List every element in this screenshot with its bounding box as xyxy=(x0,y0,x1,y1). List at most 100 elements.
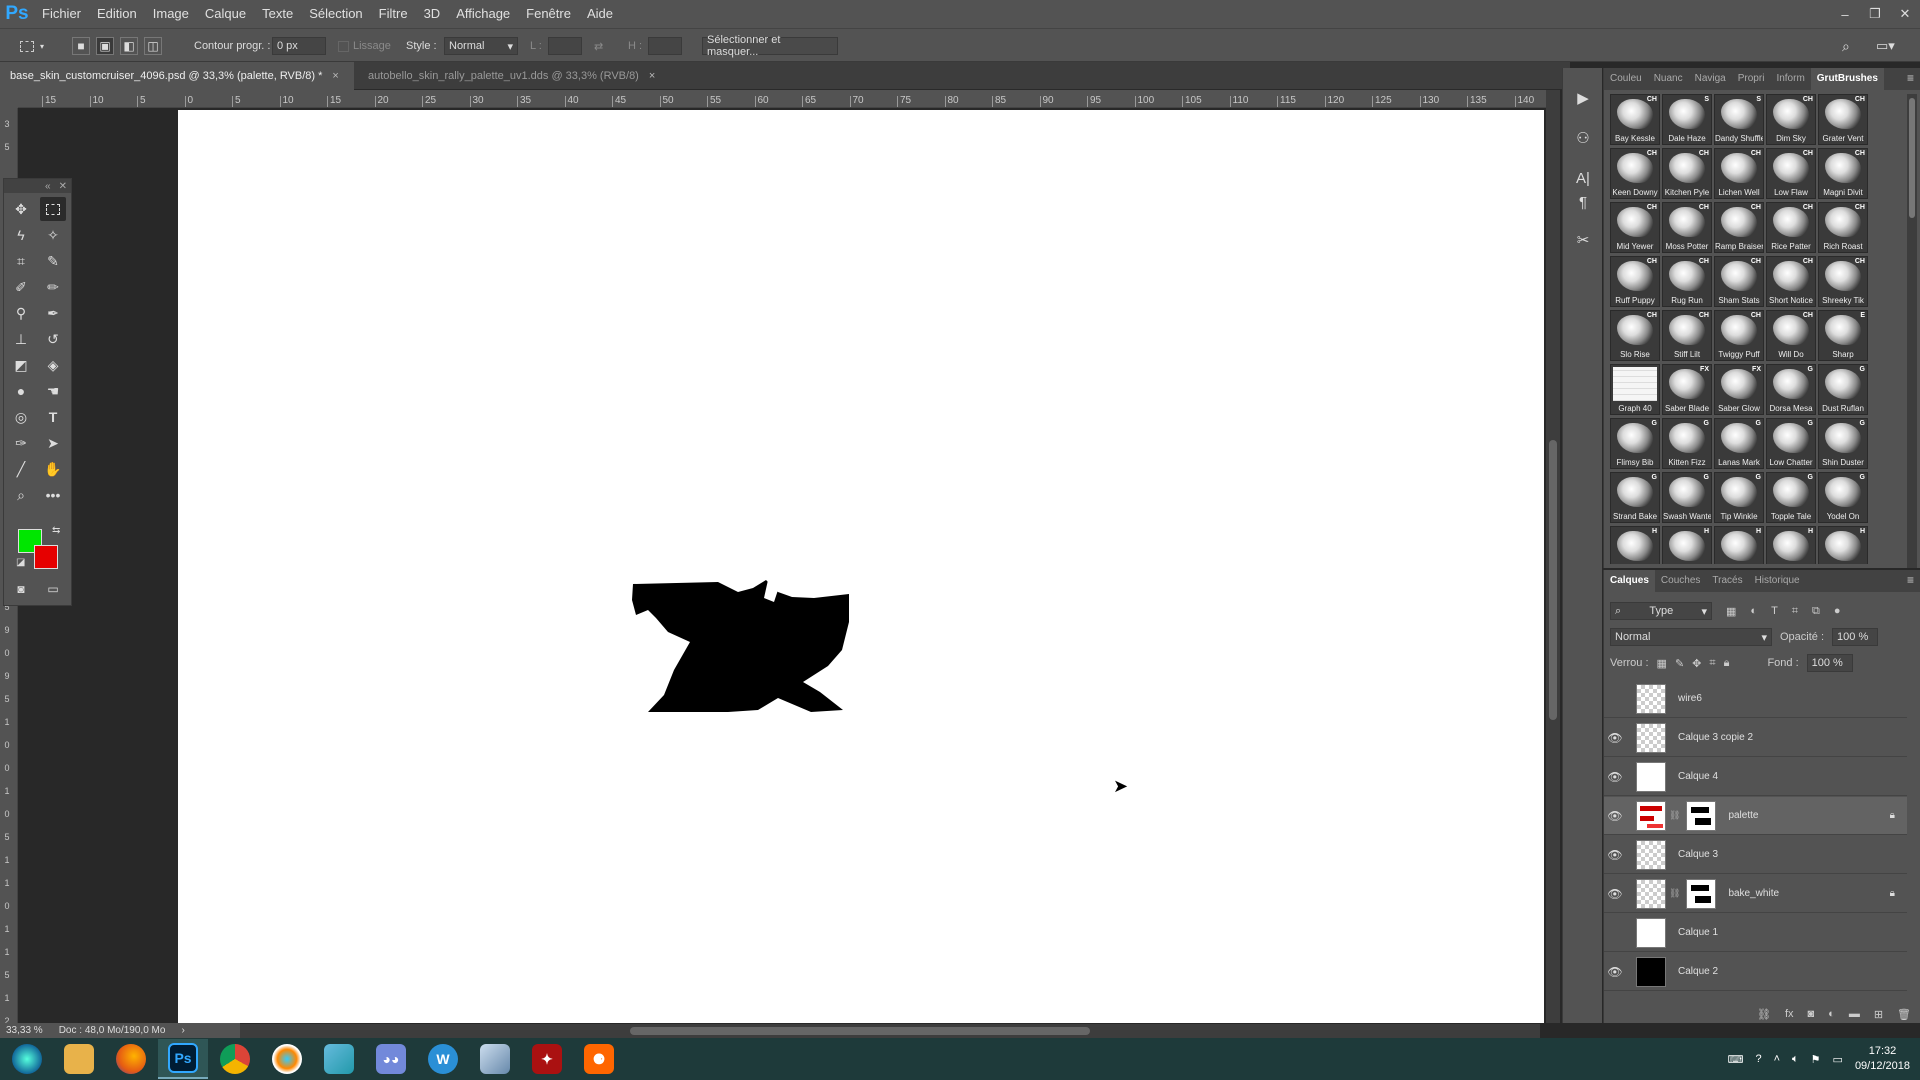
style-select[interactable]: Normal ▾ xyxy=(444,37,518,55)
layer-thumbnail[interactable] xyxy=(1636,683,1666,714)
add-selection-icon[interactable]: ▣ xyxy=(96,37,114,55)
layer-name[interactable]: Calque 4 xyxy=(1678,771,1718,782)
taskbar-app-w-button[interactable]: W xyxy=(418,1039,468,1079)
brush-preset[interactable]: CH Moss Potter xyxy=(1662,202,1712,253)
layer-row[interactable]: wire6 xyxy=(1604,680,1907,718)
layer-name[interactable]: Calque 3 xyxy=(1678,849,1718,860)
brush-preset[interactable]: G Tip Winkle xyxy=(1714,472,1764,523)
menu-3d[interactable]: 3D xyxy=(416,0,449,28)
menu-calque[interactable]: Calque xyxy=(197,0,254,28)
brush-preset[interactable]: H xyxy=(1610,526,1660,564)
layer-name[interactable]: Calque 1 xyxy=(1678,927,1718,938)
search-icon[interactable]: ⌕ xyxy=(1842,29,1850,63)
brush-preset[interactable]: CH Will Do xyxy=(1766,310,1816,361)
brush-preset[interactable]: Graph 40 xyxy=(1610,364,1660,415)
link-layers-icon[interactable]: ⛓ xyxy=(1757,1008,1771,1021)
swap-dimensions-icon[interactable]: ⇄ xyxy=(594,29,603,63)
tab-autobello-skin[interactable]: autobello_skin_rally_palette_uv1.dds @ 3… xyxy=(358,62,674,90)
brush-preset[interactable]: CH Low Flaw xyxy=(1766,148,1816,199)
restore-icon[interactable]: ❐ xyxy=(1860,0,1890,28)
brush-preset[interactable]: CH Keen Downy xyxy=(1610,148,1660,199)
layer-row[interactable]: 👁︎ ⛓ bake_white 🔒︎ xyxy=(1604,875,1907,913)
color-replace-tool-icon[interactable]: ⚲ xyxy=(8,301,34,325)
brush-preset[interactable]: H xyxy=(1766,526,1816,564)
document-canvas[interactable]: ➤ xyxy=(178,110,1544,1023)
brush-preset[interactable]: H xyxy=(1714,526,1764,564)
new-selection-icon[interactable]: ■ xyxy=(72,37,90,55)
eye-icon[interactable]: 👁︎ xyxy=(1604,848,1626,862)
menu-fenetre[interactable]: Fenêtre xyxy=(518,0,579,28)
tab-base-skin[interactable]: base_skin_customcruiser_4096.psd @ 33,3%… xyxy=(0,62,354,90)
tab-proprietes[interactable]: Propri xyxy=(1732,68,1771,90)
lock-position-icon[interactable]: ✥ xyxy=(1692,657,1701,670)
layer-row[interactable]: 👁︎ ⛓ palette 🔒︎ xyxy=(1604,797,1907,835)
brush-preset[interactable]: CH Ramp Braiser xyxy=(1714,202,1764,253)
filter-pixel-icon[interactable]: ▦ xyxy=(1726,605,1736,618)
fill-input[interactable]: 100 % xyxy=(1806,654,1853,672)
adjustment-layer-icon[interactable]: ◐ xyxy=(1828,1008,1835,1020)
layer-row[interactable]: 👁︎ Calque 4 xyxy=(1604,758,1907,796)
close-tab-icon[interactable]: × xyxy=(332,70,338,82)
brush-preset[interactable]: G Flimsy Bib xyxy=(1610,418,1660,469)
zoom-tool-icon[interactable]: ⌕ xyxy=(8,483,34,507)
taskbar-discord-button[interactable]: ◕◕ xyxy=(366,1039,416,1079)
mixer-brush-tool-icon[interactable]: ✒ xyxy=(40,301,66,325)
menu-affichage[interactable]: Affichage xyxy=(448,0,518,28)
magic-wand-tool-icon[interactable]: ✧ xyxy=(40,223,66,247)
brush-preset[interactable]: CH Short Notice xyxy=(1766,256,1816,307)
filter-shape-icon[interactable]: ⌗ xyxy=(1792,605,1798,618)
taskbar-app-file-button[interactable] xyxy=(314,1039,364,1079)
background-color-swatch[interactable] xyxy=(34,545,58,569)
vertical-scroll-thumb[interactable] xyxy=(1549,440,1557,720)
minimize-icon[interactable]: – xyxy=(1830,0,1860,28)
lock-image-icon[interactable]: ✎ xyxy=(1675,657,1684,670)
height-input[interactable] xyxy=(648,37,683,55)
close-icon[interactable]: ✕ xyxy=(1890,0,1920,28)
layer-style-icon[interactable]: fx xyxy=(1785,1008,1794,1020)
filter-toggle-icon[interactable]: ● xyxy=(1834,605,1841,617)
layer-row[interactable]: Calque 1 xyxy=(1604,914,1907,952)
layer-name[interactable]: Calque 2 xyxy=(1678,966,1718,977)
brush-preset[interactable]: G Dorsa Mesa xyxy=(1766,364,1816,415)
layer-thumbnail[interactable] xyxy=(1636,800,1666,831)
history-brush-tool-icon[interactable]: ↺ xyxy=(40,327,66,351)
brush-preset[interactable]: CH Kitchen Pyle xyxy=(1662,148,1712,199)
eye-icon[interactable]: 👁︎ xyxy=(1604,809,1626,823)
menu-fichier[interactable]: Fichier xyxy=(34,0,89,28)
brush-preset[interactable]: CH Grater Vent xyxy=(1818,94,1868,145)
feather-input[interactable]: 0 px xyxy=(272,37,326,55)
lock-artboard-icon[interactable]: ⌗ xyxy=(1709,657,1715,670)
horizontal-scroll-thumb[interactable] xyxy=(630,1027,1090,1035)
brush-preset[interactable]: CH Ruff Puppy xyxy=(1610,256,1660,307)
brush-preset[interactable]: S Dale Haze xyxy=(1662,94,1712,145)
path-selection-tool-icon[interactable]: ➤ xyxy=(40,431,66,455)
menu-edition[interactable]: Edition xyxy=(89,0,145,28)
close-panel-icon[interactable]: ✕ xyxy=(59,181,67,192)
layer-thumbnail[interactable] xyxy=(1636,878,1666,909)
layer-thumbnail[interactable] xyxy=(1636,956,1666,987)
toolbox-header[interactable]: «✕ xyxy=(4,179,71,193)
taskbar-photoshop-button[interactable]: Ps xyxy=(158,1039,208,1079)
new-group-icon[interactable]: ▬ xyxy=(1849,1008,1860,1020)
workspace-icon[interactable]: ▭▾ xyxy=(1876,29,1895,63)
healing-brush-tool-icon[interactable]: ✐ xyxy=(8,275,34,299)
menu-filtre[interactable]: Filtre xyxy=(371,0,416,28)
hand-tool-icon[interactable]: ✋ xyxy=(40,457,66,481)
clock[interactable]: 17:32 09/12/2018 xyxy=(1855,1044,1910,1074)
menu-image[interactable]: Image xyxy=(145,0,197,28)
tab-couches[interactable]: Couches xyxy=(1655,570,1706,592)
brush-preset[interactable]: CH Slo Rise xyxy=(1610,310,1660,361)
type-tool-icon[interactable]: T xyxy=(40,405,66,429)
layer-name[interactable]: wire6 xyxy=(1678,693,1702,704)
brush-preset[interactable]: G Low Chatter xyxy=(1766,418,1816,469)
taskbar-explorer-button[interactable] xyxy=(54,1039,104,1079)
volume-icon[interactable]: 🔈︎ xyxy=(1792,1053,1799,1066)
eye-icon[interactable]: 👁︎ xyxy=(1604,731,1626,745)
chain-icon[interactable]: ⛓ xyxy=(1669,810,1680,821)
menu-aide[interactable]: Aide xyxy=(579,0,621,28)
taskbar-app-tool-button[interactable] xyxy=(470,1039,520,1079)
layer-mask-thumbnail[interactable] xyxy=(1686,878,1717,909)
eye-icon[interactable]: 👁︎ xyxy=(1604,965,1626,979)
brush-preset[interactable]: G Lanas Mark xyxy=(1714,418,1764,469)
sponge-tool-icon[interactable]: ◎ xyxy=(8,405,34,429)
